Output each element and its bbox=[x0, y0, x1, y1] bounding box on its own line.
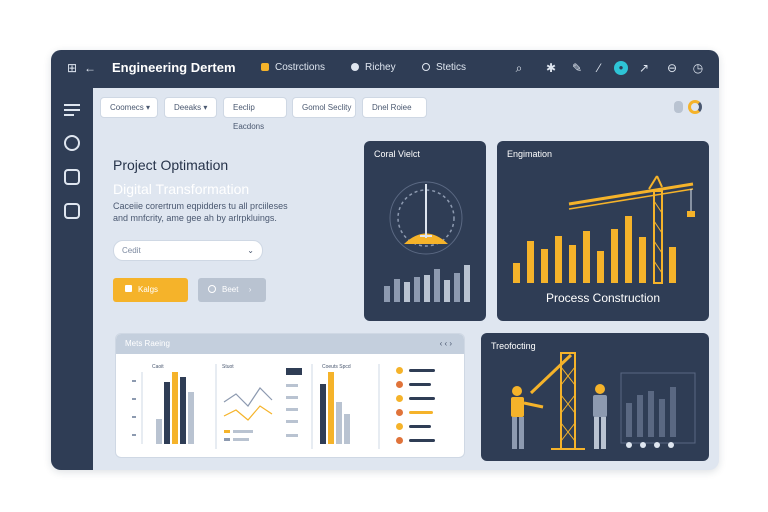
chevron-right-icon: › bbox=[248, 285, 252, 294]
hero-subtitle: Digital Transformation bbox=[113, 181, 250, 197]
card-coral-vielct[interactable]: Coral Vielct bbox=[364, 141, 486, 321]
loader-icon bbox=[688, 100, 702, 114]
filter-chip-eeclip[interactable]: Eeclip Eacdons bbox=[223, 97, 287, 131]
gauge-icon[interactable] bbox=[64, 135, 80, 151]
settings-icon bbox=[208, 285, 216, 293]
top-bar: ⊞ ← Engineering Dertem Costrctions Riche… bbox=[51, 50, 719, 88]
nav-label: Richey bbox=[365, 62, 396, 73]
minus-circle-icon[interactable]: ⊖ bbox=[665, 61, 679, 75]
nav-label: Costrctions bbox=[275, 62, 326, 73]
list-row-bar bbox=[409, 425, 431, 428]
chip-label: Dnel Roiee bbox=[372, 103, 412, 112]
list-row-bar bbox=[409, 383, 431, 386]
edit-icon[interactable] bbox=[64, 203, 80, 219]
avatar bbox=[396, 409, 403, 416]
app-title: Engineering Dertem bbox=[112, 60, 236, 75]
filter-chip-gomol[interactable]: Gomol Seclity bbox=[292, 97, 356, 118]
filter-chip-deeaks[interactable]: Deeaks ▾ bbox=[164, 97, 217, 118]
nav-item-stetics[interactable]: Stetics bbox=[422, 62, 466, 73]
inbox-icon[interactable] bbox=[64, 169, 80, 185]
nav-item-costrctions[interactable]: Costrctions bbox=[261, 62, 325, 73]
nav-item-richey[interactable]: Richey bbox=[351, 62, 396, 73]
button-label: Beet bbox=[222, 285, 239, 294]
gear-icon bbox=[351, 63, 359, 71]
workers-illustration bbox=[511, 352, 696, 450]
filter-chip-dnel[interactable]: Dnel Roiee bbox=[362, 97, 427, 118]
chevron-down-icon: ⌄ bbox=[247, 246, 254, 255]
folder-icon bbox=[125, 285, 132, 292]
nav-label: Stetics bbox=[436, 62, 467, 73]
chip-label: Coomecs bbox=[110, 103, 144, 112]
grid-icon[interactable]: ⊞ bbox=[65, 61, 79, 75]
select-value: Cedit bbox=[122, 246, 141, 255]
search-icon[interactable]: ⌕ bbox=[512, 61, 526, 75]
filter-chip-coomecs[interactable]: Coomecs ▾ bbox=[100, 97, 158, 118]
secondary-button[interactable]: Beet › bbox=[198, 278, 266, 302]
list-row-bar bbox=[409, 397, 435, 400]
avatar bbox=[396, 395, 403, 402]
card-treofocting[interactable]: Treofocting bbox=[481, 333, 709, 461]
share-icon[interactable]: ↗ bbox=[637, 61, 651, 75]
list-row-bar bbox=[409, 411, 433, 414]
avatar bbox=[396, 381, 403, 388]
list-row-bar bbox=[409, 439, 435, 442]
slash-icon[interactable]: ⁄ bbox=[592, 61, 606, 75]
mic-icon[interactable] bbox=[674, 101, 683, 113]
card-caption: Process Construction bbox=[545, 291, 661, 305]
gauge-illustration bbox=[384, 181, 470, 302]
construction-icon bbox=[261, 63, 269, 71]
primary-button[interactable]: Kalgs bbox=[113, 278, 188, 302]
chip-label: Eeclip Eacdons bbox=[233, 103, 265, 131]
button-label: Kalgs bbox=[138, 285, 159, 294]
avatar bbox=[396, 423, 403, 430]
app-window: ⊞ ← Engineering Dertem Costrctions Riche… bbox=[51, 50, 719, 470]
hero-title: Project Optimation bbox=[113, 157, 229, 173]
hero-select[interactable]: Cedit ⌄ bbox=[113, 240, 263, 261]
hero-description: Caceiie corertrum eqpidders tu all prcii… bbox=[113, 201, 288, 223]
clock-icon[interactable]: ◷ bbox=[691, 61, 705, 75]
sidebar bbox=[51, 88, 93, 470]
teal-status-icon[interactable]: ● bbox=[614, 61, 628, 75]
avatar bbox=[396, 367, 403, 374]
avatar bbox=[396, 437, 403, 444]
chip-label: Gomol Seclity bbox=[302, 103, 352, 112]
card-mets-raeing[interactable]: Mets Raeing ‹ ‹ › Caoit Stuot Coeuts Spc… bbox=[115, 333, 465, 458]
bug-icon[interactable]: ✱ bbox=[544, 61, 558, 75]
back-arrow-icon[interactable]: ← bbox=[83, 61, 97, 75]
chip-label: Deeaks bbox=[174, 103, 202, 112]
list-icon[interactable] bbox=[64, 101, 80, 117]
card-engimation[interactable]: Engimation Process Construction bbox=[497, 141, 709, 321]
shield-icon bbox=[422, 63, 430, 71]
list-row-bar bbox=[409, 369, 435, 372]
pencil-icon[interactable]: ✎ bbox=[570, 61, 584, 75]
